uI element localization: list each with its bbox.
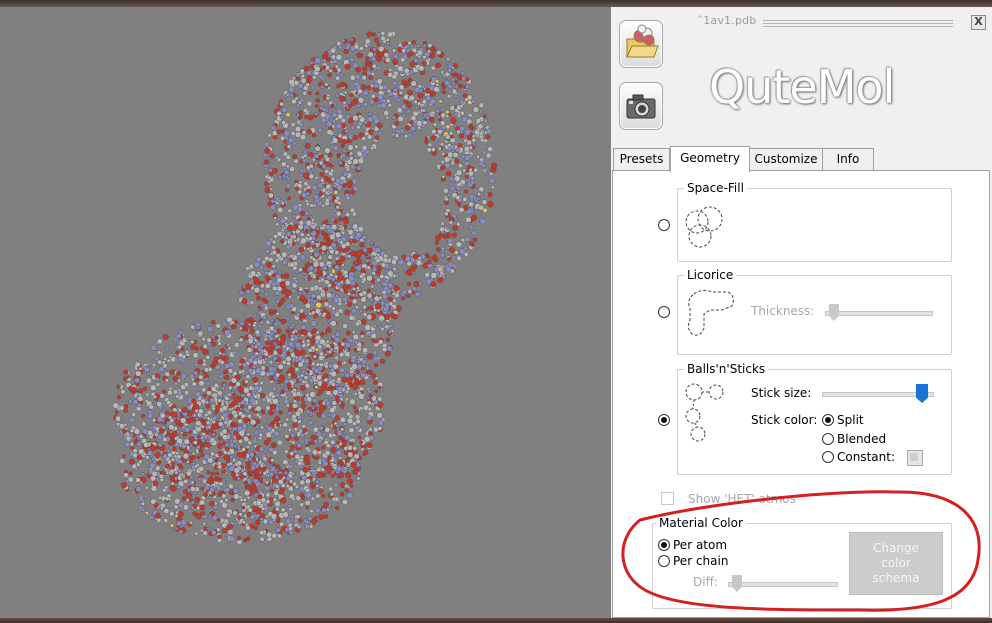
diff-slider-thumb[interactable] — [732, 575, 742, 592]
camera-icon — [626, 94, 656, 119]
molecule-viewport[interactable] — [0, 7, 611, 618]
material-color-title: Material Color — [656, 516, 746, 530]
open-file-icon — [626, 24, 659, 58]
balls-sticks-title: Balls'n'Sticks — [684, 362, 769, 376]
grip-line — [763, 23, 953, 24]
licorice-radio[interactable] — [658, 306, 670, 318]
diff-slider-track[interactable] — [728, 582, 838, 587]
space-fill-radio[interactable] — [658, 219, 670, 231]
split-option-label: Split — [837, 413, 864, 427]
space-fill-icon — [685, 206, 723, 248]
grip-line — [763, 26, 953, 27]
space-fill-group: Space-Fill — [677, 181, 952, 262]
per-atom-label: Per atom — [673, 538, 728, 552]
blended-option-label: Blended — [837, 432, 887, 446]
show-het-label: Show 'HET' atmos — [688, 492, 796, 506]
stick-color-constant-radio[interactable] — [822, 451, 834, 463]
change-color-schema-button[interactable]: Change color schema — [849, 532, 943, 595]
filename-label: ̂1av1.pdb — [703, 14, 757, 27]
title-bar[interactable]: ̂1av1.pdb — [703, 12, 963, 32]
tab-presets[interactable]: Presets — [613, 148, 670, 170]
constant-color-swatch[interactable] — [907, 450, 923, 466]
grip-line — [763, 20, 953, 21]
tab-customize[interactable]: Customize — [748, 148, 824, 170]
licorice-group: Licorice Thickness: — [677, 268, 952, 355]
balls-sticks-icon — [685, 383, 724, 442]
per-chain-radio[interactable] — [658, 555, 670, 567]
tab-info[interactable]: Info — [822, 148, 874, 170]
thickness-label: Thickness: — [751, 304, 815, 318]
open-file-button[interactable] — [619, 20, 663, 68]
licorice-title: Licorice — [684, 268, 737, 282]
close-button[interactable]: X — [971, 15, 986, 30]
show-het-checkbox[interactable] — [661, 492, 674, 505]
balls-sticks-radio[interactable] — [658, 414, 670, 426]
per-atom-radio[interactable] — [658, 539, 670, 551]
thickness-slider-track[interactable] — [825, 311, 933, 316]
stick-size-slider-thumb[interactable] — [916, 384, 928, 403]
stick-color-blended-radio[interactable] — [822, 433, 834, 445]
per-chain-label: Per chain — [673, 554, 729, 568]
window-bottom-border — [0, 618, 992, 623]
stick-size-label: Stick size: — [751, 386, 812, 400]
protein-molecule-render[interactable] — [0, 7, 611, 618]
balls-sticks-group: Balls'n'Sticks Stick size: Stick color: … — [677, 362, 952, 475]
stick-color-label: Stick color: — [751, 413, 818, 427]
window-top-border — [0, 0, 992, 7]
licorice-icon — [687, 289, 734, 336]
constant-option-label: Constant: — [837, 450, 895, 464]
stick-color-split-radio[interactable] — [822, 414, 834, 426]
thickness-slider-thumb[interactable] — [829, 304, 839, 321]
atom-cloud — [112, 30, 498, 545]
control-panel: ̂1av1.pdb X QuteMol Presets Geometry Cus… — [611, 7, 992, 618]
space-fill-title: Space-Fill — [684, 181, 747, 195]
snapshot-button[interactable] — [619, 82, 663, 130]
tab-geometry[interactable]: Geometry — [670, 146, 750, 172]
app-logo: QuteMol — [709, 60, 895, 114]
diff-label: Diff: — [693, 575, 718, 589]
